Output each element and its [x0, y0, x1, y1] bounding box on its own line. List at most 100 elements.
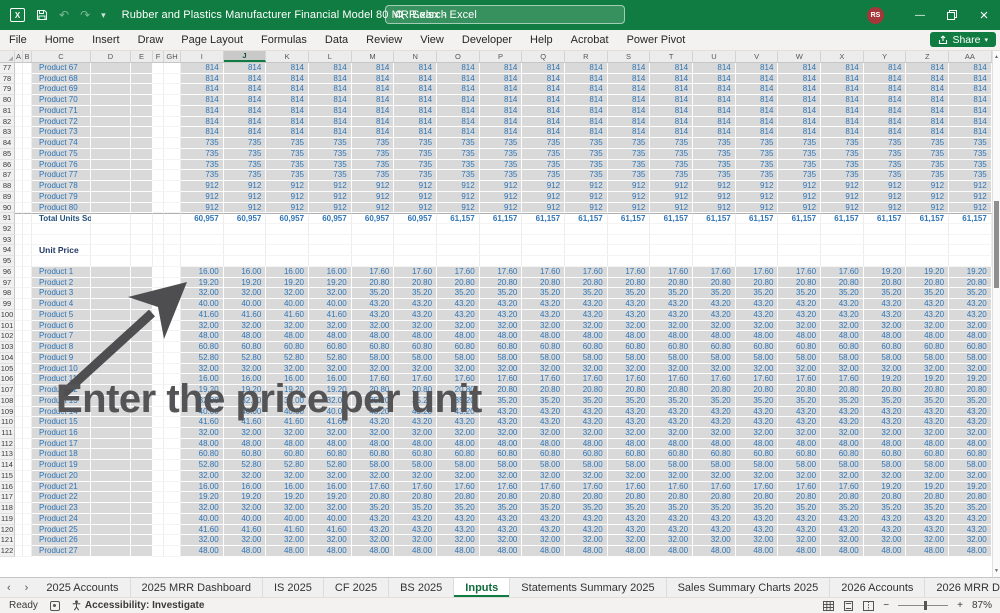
cell[interactable]	[153, 524, 164, 536]
column-header-R[interactable]: R	[565, 51, 608, 62]
cell-value[interactable]: 58.00	[863, 460, 907, 471]
cell-value[interactable]: 814	[693, 63, 736, 74]
cell[interactable]	[91, 170, 131, 182]
cell[interactable]	[153, 309, 164, 321]
cell-value[interactable]: 912	[479, 191, 523, 203]
cell[interactable]	[693, 224, 736, 235]
cell-value[interactable]: 17.60	[735, 374, 779, 386]
cell[interactable]	[131, 266, 153, 278]
cell-value[interactable]: 35.20	[607, 395, 651, 407]
cell[interactable]	[91, 363, 131, 375]
cell-value[interactable]: 20.80	[735, 492, 779, 504]
cell-value[interactable]: 48.00	[522, 438, 566, 450]
cell-value[interactable]: 48.00	[309, 438, 352, 450]
cell[interactable]	[394, 256, 438, 267]
cell-row-label[interactable]: Product 9	[32, 352, 91, 364]
cell-value[interactable]: 735	[650, 148, 694, 160]
cell-value[interactable]: 814	[223, 73, 267, 85]
cell-value[interactable]: 814	[863, 73, 907, 85]
cell-value[interactable]: 20.80	[479, 277, 523, 289]
cell-value[interactable]: 43.20	[437, 406, 480, 418]
cell[interactable]	[153, 73, 164, 85]
cell-value[interactable]: 58.00	[821, 460, 864, 471]
cell-row-label[interactable]: Product 71	[32, 105, 91, 117]
cell[interactable]	[181, 256, 224, 267]
cell-value[interactable]: 60,957	[223, 213, 267, 225]
cell-value[interactable]: 814	[309, 127, 352, 139]
cell-value[interactable]: 16.00	[309, 481, 352, 493]
cell-value[interactable]: 912	[735, 181, 779, 192]
cell-value[interactable]: 48.00	[394, 438, 438, 450]
cell-value[interactable]: 43.20	[735, 309, 779, 321]
cell-value[interactable]: 43.20	[394, 513, 438, 525]
cell-value[interactable]: 58.00	[565, 460, 608, 471]
cell-value[interactable]: 17.60	[394, 266, 438, 278]
cell-row-label[interactable]: Product 78	[32, 181, 91, 192]
account-avatar[interactable]: RS	[867, 6, 884, 24]
cell[interactable]	[266, 234, 310, 246]
cell-value[interactable]: 17.60	[693, 374, 736, 386]
cell-value[interactable]: 20.80	[607, 492, 651, 504]
cell-value[interactable]: 32.00	[863, 427, 907, 439]
cell[interactable]	[522, 234, 566, 246]
cell[interactable]	[153, 417, 164, 428]
cell-value[interactable]: 40.00	[223, 513, 267, 525]
cell-value[interactable]: 43.20	[949, 417, 992, 428]
cell[interactable]	[153, 234, 164, 246]
cell-value[interactable]: 814	[565, 116, 608, 128]
cell[interactable]	[15, 170, 23, 182]
cell-value[interactable]: 48.00	[607, 331, 651, 343]
cell[interactable]	[153, 266, 164, 278]
cell-value[interactable]: 43.20	[735, 299, 779, 310]
cell[interactable]	[164, 234, 181, 246]
cell[interactable]	[23, 73, 32, 85]
cell[interactable]	[23, 385, 32, 396]
cell-value[interactable]: 41.60	[223, 309, 267, 321]
cell-value[interactable]: 58.00	[906, 460, 950, 471]
cell-value[interactable]: 43.20	[394, 406, 438, 418]
cell-value[interactable]: 814	[181, 105, 224, 117]
cell-value[interactable]: 32.00	[522, 363, 566, 375]
cell[interactable]	[23, 309, 32, 321]
cell[interactable]	[15, 277, 23, 289]
ribbon-tab-formulas[interactable]: Formulas	[252, 34, 316, 46]
cell[interactable]	[23, 492, 32, 504]
cell-value[interactable]: 43.20	[821, 299, 864, 310]
cell-value[interactable]: 32.00	[266, 535, 310, 547]
cell-value[interactable]: 912	[565, 202, 608, 214]
cell-value[interactable]: 58.00	[735, 352, 779, 364]
cell-value[interactable]: 52.80	[181, 460, 224, 471]
cell-value[interactable]: 43.20	[479, 524, 523, 536]
cell-value[interactable]: 814	[522, 73, 566, 85]
cell-value[interactable]: 735	[309, 138, 352, 149]
cell-value[interactable]: 814	[821, 73, 864, 85]
cell-value[interactable]: 35.20	[949, 288, 992, 300]
cell[interactable]	[15, 449, 23, 461]
cell-value[interactable]: 912	[309, 181, 352, 192]
cell[interactable]	[15, 245, 23, 257]
cell-value[interactable]: 814	[650, 105, 694, 117]
cell-value[interactable]: 814	[607, 105, 651, 117]
page-break-view-icon[interactable]	[863, 600, 875, 611]
cell[interactable]	[15, 159, 23, 171]
cell-value[interactable]: 43.20	[607, 299, 651, 310]
cell-value[interactable]: 19.20	[223, 277, 267, 289]
cell-value[interactable]: 32.00	[778, 320, 822, 332]
cell-value[interactable]: 912	[223, 181, 267, 192]
cell-value[interactable]: 52.80	[181, 352, 224, 364]
cell-value[interactable]: 61,157	[437, 213, 480, 225]
cell-value[interactable]: 16.00	[266, 481, 310, 493]
cell[interactable]	[91, 148, 131, 160]
cell-row-label[interactable]: Product 80	[32, 202, 91, 214]
cell[interactable]	[153, 513, 164, 525]
cell-value[interactable]: 43.20	[906, 513, 950, 525]
cell-value[interactable]: 20.80	[949, 385, 992, 396]
cell-value[interactable]: 32.00	[181, 363, 224, 375]
cell[interactable]	[91, 503, 131, 514]
cell-value[interactable]: 19.20	[906, 266, 950, 278]
cell-value[interactable]: 19.20	[863, 481, 907, 493]
cell-value[interactable]: 43.20	[735, 417, 779, 428]
cell-value[interactable]: 43.20	[522, 309, 566, 321]
macro-record-icon[interactable]	[49, 600, 60, 611]
cell[interactable]	[23, 417, 32, 428]
